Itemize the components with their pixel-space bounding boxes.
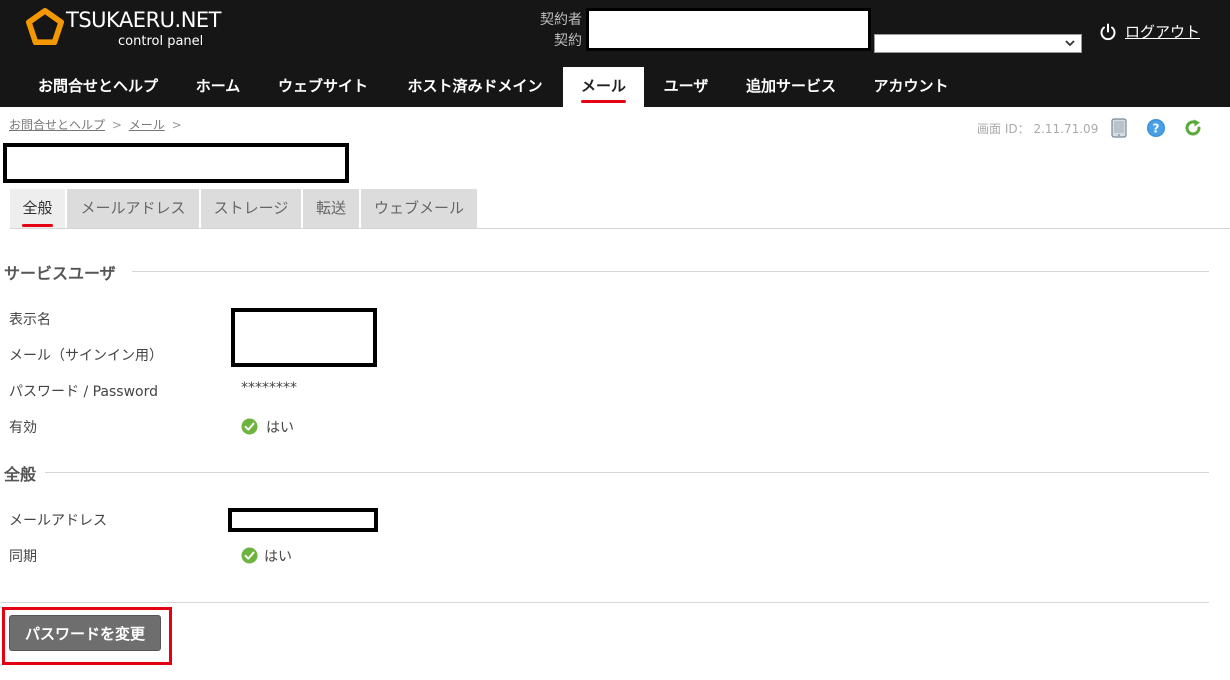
contract-select[interactable]	[874, 34, 1082, 53]
logo-title: TSUKAERU.NET	[66, 8, 222, 32]
change-password-button[interactable]: パスワードを変更	[9, 615, 161, 651]
email-address-label: メールアドレス	[9, 513, 107, 529]
power-icon	[1100, 23, 1116, 41]
contract-labels: 契約者 契約	[536, 10, 582, 52]
main-nav: お問合せとヘルプ ホーム ウェブサイト ホスト済みドメイン メール ユーザ 追加…	[0, 67, 1230, 107]
nav-item-label: 追加サービス	[745, 77, 836, 95]
password-label: パスワード / Password	[9, 384, 159, 400]
breadcrumb-link-support[interactable]: お問合せとヘルプ	[9, 118, 105, 132]
tab-label: ウェブメール	[373, 199, 464, 217]
display-name-label: 表示名	[9, 312, 51, 328]
header-bar: TSUKAERU.NET control panel 契約者 契約 ログアウト …	[0, 0, 1230, 107]
tablet-icon[interactable]	[1109, 118, 1129, 138]
section-divider	[132, 271, 1209, 272]
sync-value: はい	[264, 549, 292, 565]
contract-holder-label: 契約者	[540, 12, 582, 28]
email-signin-label: メール（サインイン用）	[9, 348, 163, 364]
nav-item-label: アカウント	[873, 77, 949, 95]
actions-divider	[0, 602, 1209, 603]
nav-item-hosted-domains[interactable]: ホスト済みドメイン	[390, 67, 560, 107]
breadcrumb-separator: >	[171, 118, 182, 132]
chevron-down-icon	[1065, 40, 1075, 47]
nav-item-account[interactable]: アカウント	[858, 67, 964, 107]
section-title-service-user: サービスユーザ	[4, 264, 116, 283]
active-underline	[581, 100, 626, 103]
breadcrumb-link-mail[interactable]: メール	[129, 118, 165, 132]
tabs-divider	[10, 228, 1230, 229]
check-circle-icon	[241, 418, 258, 435]
contract-label: 契約	[554, 33, 582, 49]
breadcrumb: お問合せとヘルプ > メール >	[9, 116, 185, 133]
tab-label: ストレージ	[213, 199, 289, 217]
nav-item-label: ウェブサイト	[277, 77, 368, 95]
redacted-page-title	[3, 143, 349, 183]
tab-label: 転送	[315, 199, 346, 217]
nav-item-label: ホーム	[195, 77, 241, 95]
tab-webmail[interactable]: ウェブメール	[361, 189, 478, 228]
tab-label: 全般	[22, 199, 53, 217]
password-value: ********	[241, 380, 297, 396]
nav-item-label: ユーザ	[663, 77, 709, 95]
screen-id-label: 画面 ID：	[977, 122, 1030, 136]
screen-id-value: 2.11.71.09	[1033, 122, 1099, 136]
nav-item-support[interactable]: お問合せとヘルプ	[20, 67, 176, 107]
nav-item-mail[interactable]: メール	[563, 67, 644, 107]
redacted-email-address	[228, 508, 378, 532]
breadcrumb-separator: >	[111, 118, 122, 132]
section-title-general: 全般	[4, 465, 37, 484]
enabled-label: 有効	[9, 420, 37, 436]
nav-item-label: ホスト済みドメイン	[407, 77, 543, 95]
nav-item-home[interactable]: ホーム	[180, 67, 256, 107]
nav-item-label: お問合せとヘルプ	[37, 77, 158, 95]
nav-item-website[interactable]: ウェブサイト	[260, 67, 386, 107]
refresh-icon[interactable]	[1183, 118, 1203, 138]
help-icon[interactable]: ?	[1146, 118, 1166, 138]
tab-email-addresses[interactable]: メールアドレス	[67, 189, 200, 228]
tab-label: メールアドレス	[80, 199, 186, 217]
logo-subtitle: control panel	[118, 34, 204, 49]
redacted-display-name-email	[231, 308, 377, 367]
screen-id: 画面 ID： 2.11.71.09	[977, 120, 1098, 137]
section-divider	[45, 472, 1209, 473]
tab-storage[interactable]: ストレージ	[201, 189, 302, 228]
check-circle-icon	[241, 547, 258, 564]
svg-text:?: ?	[1153, 122, 1160, 136]
sync-label: 同期	[9, 549, 37, 565]
redacted-contract-holder	[586, 8, 871, 51]
logout-label: ログアウト	[1125, 23, 1201, 41]
active-underline	[22, 224, 53, 227]
nav-item-label: メール	[580, 77, 626, 95]
nav-item-users[interactable]: ユーザ	[648, 67, 724, 107]
pentagon-logo-icon	[26, 8, 64, 46]
logo[interactable]: TSUKAERU.NET control panel	[26, 6, 226, 54]
enabled-value: はい	[266, 420, 294, 436]
nav-item-additional-services[interactable]: 追加サービス	[728, 67, 854, 107]
tab-general[interactable]: 全般	[10, 189, 66, 228]
tab-forwarding[interactable]: 転送	[303, 189, 360, 228]
